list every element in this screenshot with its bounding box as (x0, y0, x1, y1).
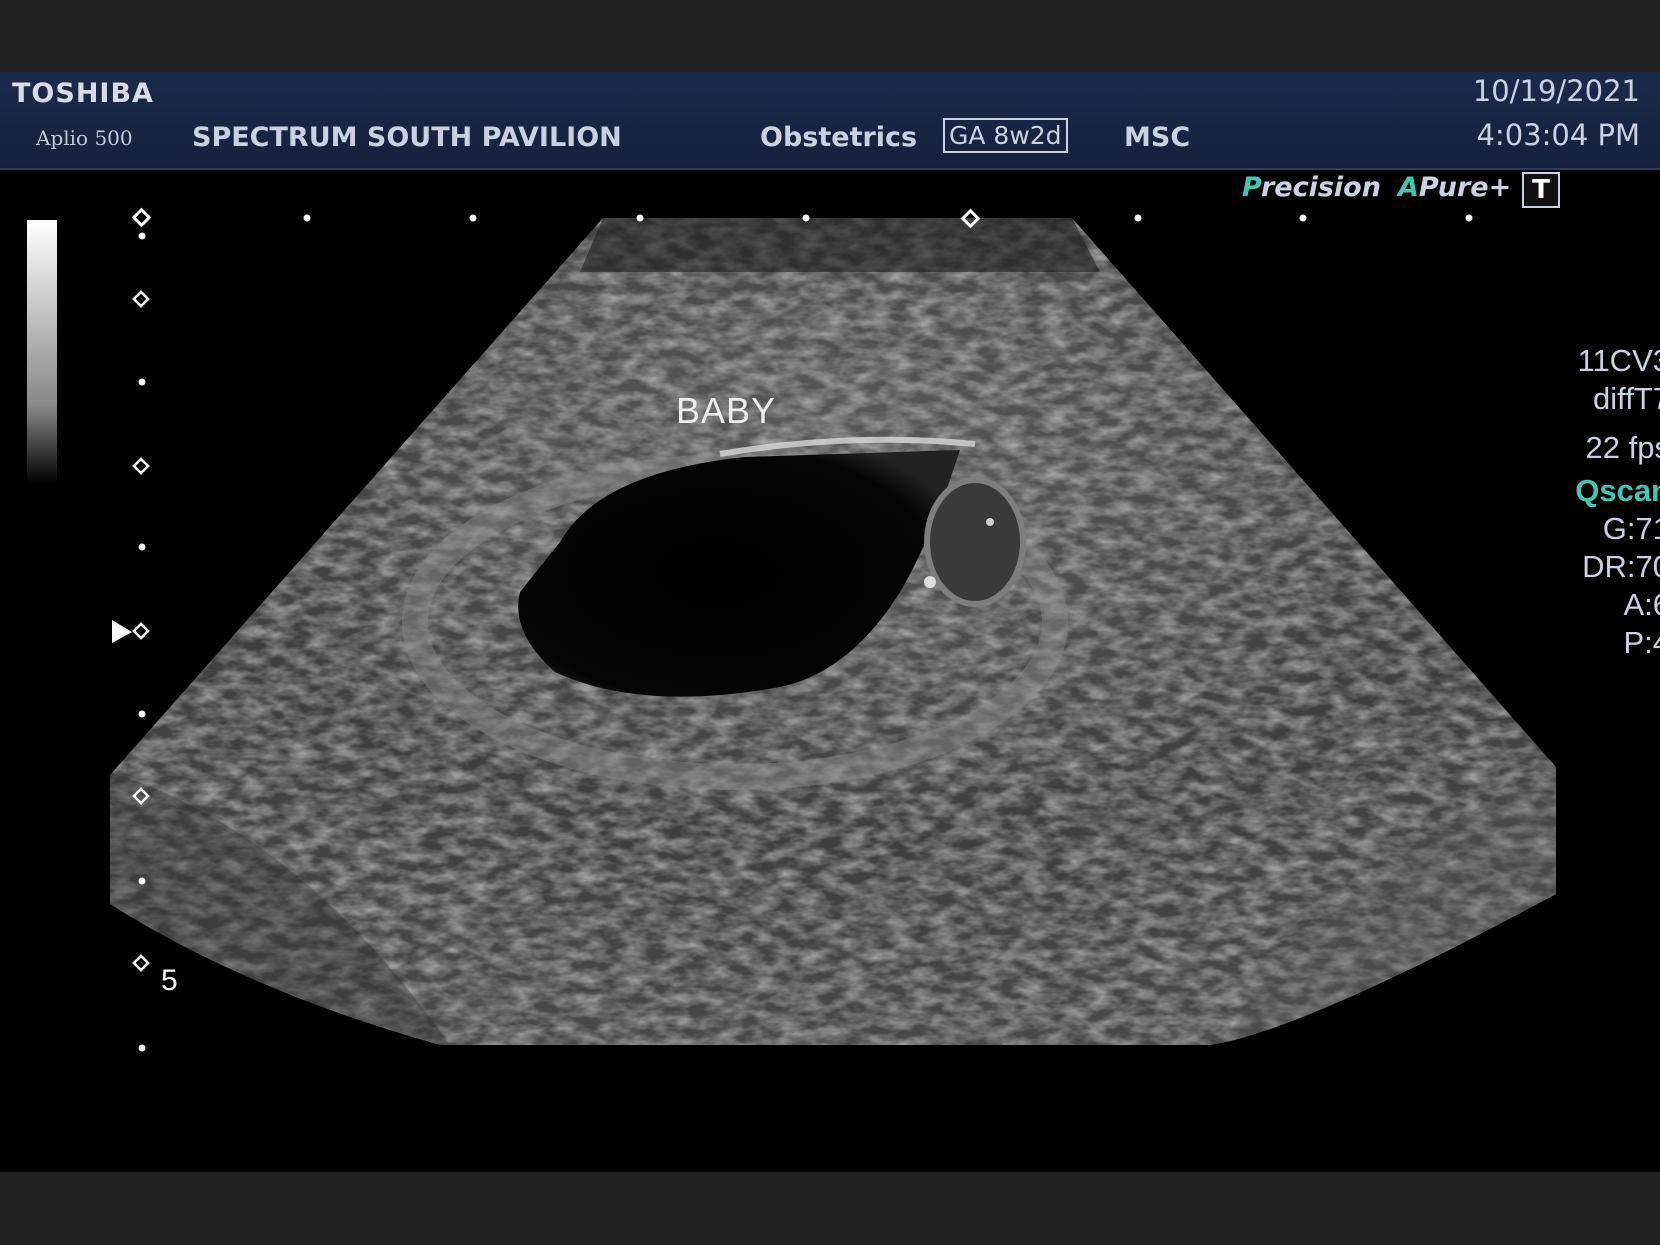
ultrasound-image (110, 207, 1556, 1052)
mode-label: diffT7 (1593, 381, 1660, 416)
acquisition-parameters: 11CV3 diffT7 22 fps Qscan G:71 DR:70 A:6… (1560, 342, 1660, 662)
frame-rate: 22 fps (1585, 430, 1660, 465)
dynamic-range-value: DR:70 (1582, 549, 1660, 584)
probe-label: 11CV3 (1577, 343, 1660, 378)
gain-value: G:71 (1602, 511, 1660, 546)
p-value: P:4 (1623, 625, 1660, 660)
scan-sector (110, 218, 1556, 1045)
a-value: A:6 (1623, 587, 1660, 622)
qscan-label: Qscan (1575, 473, 1660, 508)
depth-number: 5 (161, 964, 178, 997)
depth-scale (112, 207, 152, 1052)
annotation-label: BABY (676, 390, 777, 431)
ultrasound-display: TOSHIBA Aplio 500 SPECTRUM SOUTH PAVILIO… (0, 72, 1660, 1172)
embryo (924, 477, 1026, 607)
